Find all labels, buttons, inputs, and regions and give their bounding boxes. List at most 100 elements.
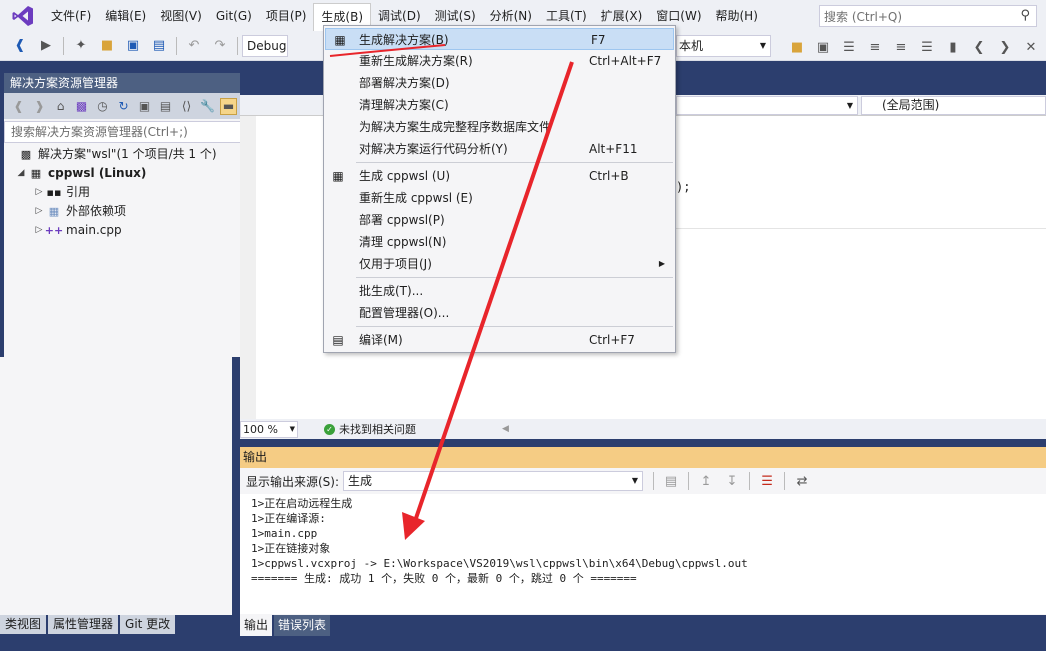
menu-file[interactable]: 文件(F)	[44, 3, 98, 29]
config-value: Debug	[247, 38, 287, 53]
issue-text: 未找到相关问题	[339, 423, 416, 436]
menu-item-build-solution[interactable]: ▦ 生成解决方案(B) F7	[325, 28, 674, 50]
menu-item-configuration-manager[interactable]: 配置管理器(O)...	[324, 302, 675, 324]
outdent-icon[interactable]: ≡	[891, 37, 911, 57]
solution-explorer-title-text: 解决方案资源管理器	[10, 76, 119, 90]
menu-item-generate-pdb[interactable]: 为解决方案生成完整程序数据库文件	[324, 116, 675, 138]
clear-bookmarks-icon[interactable]: ✕	[1021, 37, 1041, 57]
new-project-icon[interactable]: ✦	[71, 36, 91, 56]
tab-class-view[interactable]: 类视图	[0, 615, 47, 634]
tab-error-list[interactable]: 错误列表	[274, 615, 331, 636]
back-icon[interactable]: ❰	[10, 98, 27, 115]
prev-message-icon[interactable]: ↥	[696, 471, 716, 491]
visual-studio-logo-icon[interactable]	[8, 1, 38, 31]
search-placeholder: 搜索 (Ctrl+Q)	[824, 9, 903, 24]
comment-icon[interactable]: ☰	[917, 37, 937, 57]
view-code-icon[interactable]: ⟨⟩	[178, 98, 195, 115]
collapsed-icon[interactable]: ▷	[32, 202, 46, 221]
tree-project-label: cppwsl (Linux)	[48, 166, 147, 180]
search-input[interactable]: 搜索 (Ctrl+Q) ⚲	[819, 5, 1037, 27]
next-bookmark-icon[interactable]: ❯	[995, 37, 1015, 57]
panel-splitter[interactable]	[232, 439, 1046, 447]
code-line: );	[676, 180, 691, 194]
preview-icon[interactable]: ▬	[220, 97, 237, 115]
menu-item-clean-solution[interactable]: 清理解决方案(C)	[324, 94, 675, 116]
menu-item-compile[interactable]: ▤ 编译(M) Ctrl+F7	[324, 329, 675, 351]
forward-icon[interactable]: ❱	[31, 98, 48, 115]
pending-changes-icon[interactable]: ◷	[94, 98, 111, 115]
go-to-location-icon[interactable]: ▤	[661, 471, 681, 491]
cpp-file-icon: ++	[44, 224, 64, 237]
word-wrap-icon[interactable]: ⇄	[792, 471, 812, 491]
properties-icon[interactable]: 🔧	[199, 98, 216, 115]
prev-bookmark-icon[interactable]: ❮	[969, 37, 989, 57]
folder-icon[interactable]: ■	[787, 37, 807, 57]
menu-git[interactable]: Git(G)	[209, 3, 259, 29]
output-line: 1>正在启动远程生成	[251, 497, 353, 510]
undo-icon[interactable]: ↶	[184, 36, 204, 56]
output-source-select[interactable]: 生成 ▼	[343, 471, 644, 491]
config-select[interactable]: Debug	[242, 34, 288, 57]
switch-views-icon[interactable]: ▩	[73, 98, 90, 115]
menu-item-rebuild-project[interactable]: 重新生成 cppwsl (E)	[324, 187, 675, 209]
tab-output[interactable]: 输出	[240, 615, 273, 636]
menu-separator	[356, 277, 673, 278]
menu-item-project-only[interactable]: 仅用于项目(J) ▶	[324, 253, 675, 275]
toolbar-separator	[653, 472, 655, 490]
collapsed-icon[interactable]: ▷	[32, 183, 46, 202]
show-all-files-icon[interactable]: ▤	[157, 98, 174, 115]
scroll-left-icon[interactable]: ◀	[502, 424, 509, 434]
build-icon: ▦	[332, 169, 344, 183]
window-icon[interactable]: ▣	[813, 37, 833, 57]
tab-git-changes[interactable]: Git 更改	[120, 615, 176, 634]
output-line: 1>main.cpp	[251, 527, 318, 540]
menu-view[interactable]: 视图(V)	[153, 3, 209, 29]
menu-item-label: 部署 cppwsl(P)	[359, 213, 445, 227]
menu-item-build-project[interactable]: ▦ 生成 cppwsl (U) Ctrl+B	[324, 165, 675, 187]
member-select[interactable]: ▼	[676, 96, 858, 115]
save-icon[interactable]: ▣	[123, 36, 143, 56]
menu-item-label: 部署解决方案(D)	[359, 76, 450, 90]
save-all-icon[interactable]: ▤	[149, 36, 169, 56]
forward-icon[interactable]: ▶	[36, 36, 56, 56]
issue-indicator[interactable]: ✓ 未找到相关问题	[324, 421, 416, 437]
menu-item-clean-project[interactable]: 清理 cppwsl(N)	[324, 231, 675, 253]
menu-item-shortcut: F7	[591, 33, 606, 47]
project-icon: ▦	[30, 167, 42, 180]
menu-item-deploy-project[interactable]: 部署 cppwsl(P)	[324, 209, 675, 231]
chevron-down-icon: ▼	[759, 41, 766, 50]
redo-icon[interactable]: ↷	[210, 36, 230, 56]
scope-value: (全局范围)	[882, 98, 940, 112]
menu-item-rebuild-solution[interactable]: 重新生成解决方案(R) Ctrl+Alt+F7	[324, 50, 675, 72]
collapse-all-icon[interactable]: ▣	[136, 98, 153, 115]
bookmark-icon[interactable]: ▮	[943, 37, 963, 57]
output-line: 1>cppwsl.vcxproj -> E:\Workspace\VS2019\…	[251, 557, 748, 570]
home-icon[interactable]: ⌂	[52, 98, 69, 115]
back-icon[interactable]: ❰	[10, 36, 30, 56]
open-folder-icon[interactable]: ■	[97, 36, 117, 56]
code-divider	[676, 228, 1046, 229]
output-source-label: 显示输出来源(S):	[246, 474, 340, 489]
references-icon: ▪▪	[46, 186, 62, 199]
menu-separator	[356, 326, 673, 327]
menu-item-batch-build[interactable]: 批生成(T)...	[324, 280, 675, 302]
output-title: 输出	[240, 447, 1046, 468]
bookmark-list-icon[interactable]: ☰	[839, 37, 859, 57]
tab-property-manager[interactable]: 属性管理器	[48, 615, 119, 634]
zoom-select[interactable]: 100 % ▼	[240, 420, 298, 438]
toolbar-separator	[784, 472, 786, 490]
output-text[interactable]: 1>正在启动远程生成 1>正在编译源: 1>main.cpp 1>正在链接对象 …	[240, 494, 1046, 614]
indent-icon[interactable]: ≡	[865, 37, 885, 57]
scope-select[interactable]: (全局范围)	[861, 96, 1046, 115]
sync-icon[interactable]: ↻	[115, 98, 132, 115]
debug-target-select[interactable]: 本机 ▼	[676, 35, 771, 57]
expanded-icon[interactable]: ◢	[14, 164, 28, 183]
menu-help[interactable]: 帮助(H)	[709, 3, 765, 29]
editor-gutter	[240, 116, 256, 419]
menu-edit[interactable]: 编辑(E)	[98, 3, 153, 29]
menu-project[interactable]: 项目(P)	[259, 3, 314, 29]
menu-item-deploy-solution[interactable]: 部署解决方案(D)	[324, 72, 675, 94]
clear-all-icon[interactable]: ☰	[757, 471, 777, 491]
menu-item-run-code-analysis[interactable]: 对解决方案运行代码分析(Y) Alt+F11	[324, 138, 675, 160]
next-message-icon[interactable]: ↧	[722, 471, 742, 491]
